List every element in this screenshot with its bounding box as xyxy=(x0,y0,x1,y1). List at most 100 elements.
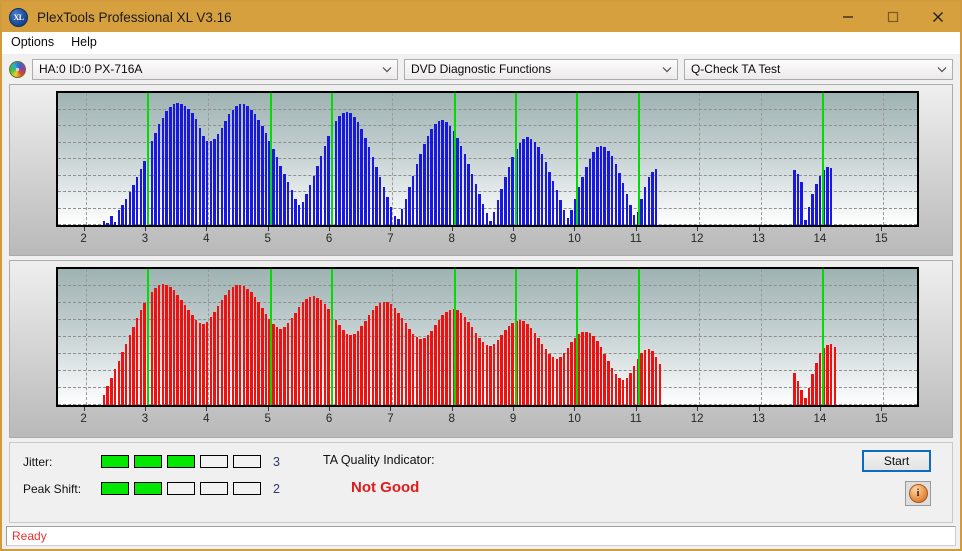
chart-bar xyxy=(419,339,422,405)
title-bar: XL PlexTools Professional XL V3.16 xyxy=(2,2,960,32)
chart-bar xyxy=(592,336,595,405)
chart-bar xyxy=(353,116,356,225)
chart-bar xyxy=(511,322,514,405)
chart-bar xyxy=(213,138,216,225)
track-marker xyxy=(576,269,579,405)
chart-bar xyxy=(198,127,201,225)
chart-bar xyxy=(544,349,547,405)
x-axis-tick xyxy=(574,227,576,231)
chart-bar xyxy=(807,206,811,225)
gridline-vertical xyxy=(85,269,87,405)
menu-item-options[interactable]: Options xyxy=(9,34,61,51)
menu-item-help[interactable]: Help xyxy=(69,34,104,51)
chevron-down-icon xyxy=(657,66,677,73)
gridline-vertical xyxy=(699,93,701,225)
chart-bar xyxy=(459,313,463,405)
x-axis-tick xyxy=(881,407,883,411)
chart-bar xyxy=(518,320,522,405)
x-axis-label: 15 xyxy=(874,233,888,245)
chart-bar xyxy=(202,324,205,405)
maximize-icon[interactable] xyxy=(870,2,915,32)
chart-bar xyxy=(132,185,135,225)
track-marker xyxy=(453,269,456,405)
chart-bar xyxy=(124,343,128,405)
chart-bar xyxy=(826,345,829,405)
disc-icon xyxy=(9,60,26,78)
chart-bar xyxy=(345,333,349,405)
chart-bar xyxy=(183,105,187,225)
chart-bar xyxy=(205,321,209,405)
x-axis-tick xyxy=(819,407,821,411)
chart-bar xyxy=(607,360,610,405)
chart-bar xyxy=(496,200,500,225)
peak-shift-label: Peak Shift: xyxy=(23,481,82,496)
x-axis-label: 5 xyxy=(264,413,271,425)
minimize-icon[interactable] xyxy=(825,2,870,32)
chart-bar xyxy=(400,317,404,405)
chart-bar xyxy=(651,171,654,225)
x-axis-label: 15 xyxy=(874,413,888,425)
chart-bar xyxy=(150,140,154,225)
chart-bar xyxy=(209,140,212,225)
chart-bar xyxy=(533,332,536,405)
x-axis-tick xyxy=(83,407,85,411)
chart-bar xyxy=(121,204,124,225)
chart-bar xyxy=(423,338,426,405)
chart-bar xyxy=(158,285,161,405)
track-marker xyxy=(821,93,824,225)
x-axis-label: 6 xyxy=(325,233,333,245)
chart-bar xyxy=(632,215,636,225)
close-icon[interactable] xyxy=(915,2,960,32)
chart-bar xyxy=(364,137,367,225)
start-button[interactable]: Start xyxy=(862,450,931,472)
x-axis-label: 12 xyxy=(690,413,704,425)
chart-bar xyxy=(596,341,599,405)
chart-bar xyxy=(500,188,503,225)
function-select[interactable]: DVD Diagnostic Functions xyxy=(403,58,678,80)
chart-bar xyxy=(319,300,323,405)
chart-bar xyxy=(540,343,544,405)
chart-bar xyxy=(139,309,143,405)
chart-bar xyxy=(599,145,603,225)
chart-bar xyxy=(231,287,235,405)
x-axis-tick xyxy=(329,227,331,231)
chart-bar xyxy=(618,377,621,405)
drive-select[interactable]: HA:0 ID:0 PX-716A xyxy=(32,58,398,80)
chart-bar xyxy=(533,141,536,225)
x-axis-label: 4 xyxy=(203,233,210,245)
y-axis-label: 1.5 xyxy=(56,165,58,177)
meter-segment xyxy=(233,455,261,468)
chart-bar xyxy=(826,167,829,225)
chart-bar xyxy=(555,358,559,405)
chart-bar xyxy=(367,147,371,225)
chevron-down-icon xyxy=(932,66,952,73)
y-axis-label: 1.5 xyxy=(56,343,58,355)
chart-bar xyxy=(172,104,176,225)
chart-bar xyxy=(242,286,246,405)
chart-bar xyxy=(643,187,647,225)
chart-bar xyxy=(389,304,393,405)
chart-bar xyxy=(522,138,525,225)
chart-bar xyxy=(651,351,654,405)
chart-bar xyxy=(220,127,224,225)
chart-bar xyxy=(507,167,511,225)
chart-bar xyxy=(485,345,489,405)
track-marker xyxy=(146,93,149,225)
chart-bar xyxy=(548,354,551,405)
jitter-chart-panel: 0 0.5 1 1.5 2 2.5 3 3.5 4 2 3 4 5 6 7 8 9 10 11 12 13 14 15 xyxy=(9,84,953,256)
info-button[interactable]: i xyxy=(905,481,931,506)
chart-bar xyxy=(493,211,496,225)
chart-bar xyxy=(647,177,651,225)
x-axis-label: 8 xyxy=(448,233,455,245)
chart-bar xyxy=(220,299,224,405)
x-axis-tick xyxy=(697,407,699,411)
chart-bar xyxy=(316,297,319,405)
jitter-row: Jitter: 3 xyxy=(23,451,280,472)
chart-bar xyxy=(139,168,143,225)
chart-bar xyxy=(559,357,562,405)
chart-bar xyxy=(404,198,408,225)
y-axis-label: 2.5 xyxy=(56,132,58,144)
chart-bar xyxy=(165,284,168,405)
x-axis-tick xyxy=(144,407,146,411)
test-select[interactable]: Q-Check TA Test xyxy=(683,58,953,80)
